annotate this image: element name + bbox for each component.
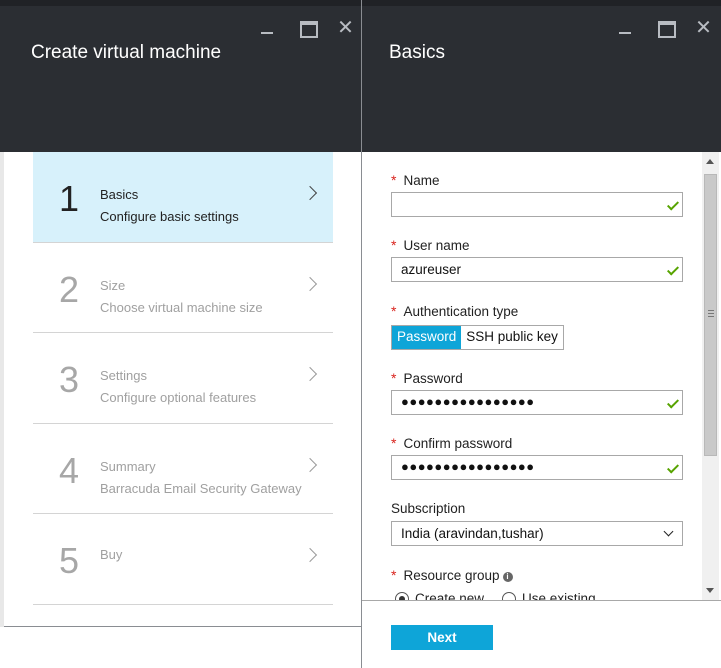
step-title: Settings: [100, 368, 147, 383]
step-subtitle: Choose virtual machine size: [100, 299, 263, 315]
chevron-down-icon: [663, 526, 674, 537]
chevron-right-icon: [302, 547, 318, 563]
checkmark-icon: [666, 263, 680, 276]
next-button[interactable]: Next: [391, 625, 493, 650]
step-buy[interactable]: 5 Buy: [33, 514, 333, 605]
radio-create-new[interactable]: Create new: [395, 591, 484, 600]
blade-title: Create virtual machine: [31, 42, 222, 63]
required-marker: *: [391, 567, 397, 583]
confirm-password-value: ●●●●●●●●●●●●●●●●: [401, 459, 535, 474]
close-icon[interactable]: ✕: [684, 18, 721, 38]
divider: [4, 626, 362, 627]
chevron-right-icon: [302, 276, 318, 291]
minimize-icon[interactable]: [248, 18, 287, 38]
blade-header: Create virtual machine ✕: [0, 0, 362, 152]
blade-header: Basics ✕: [362, 0, 721, 152]
confirm-password-input[interactable]: ●●●●●●●●●●●●●●●●: [391, 455, 683, 480]
auth-type-label: * Authentication type: [391, 303, 519, 319]
auth-ssh-option[interactable]: SSH public key: [461, 326, 563, 349]
wizard-steps: 1 Basics Configure basic settings 2 Size…: [33, 152, 333, 605]
azure-portal: Create virtual machine ✕ 1 Basics Config…: [0, 0, 721, 668]
basics-form: * Name * User name azureuser * Authenticati…: [391, 152, 691, 600]
scroll-thumb[interactable]: [704, 174, 717, 456]
create-vm-blade: Create virtual machine ✕ 1 Basics Config…: [0, 0, 362, 668]
step-basics[interactable]: 1 Basics Configure basic settings: [33, 152, 333, 243]
step-subtitle: Configure basic settings: [100, 209, 239, 224]
step-summary[interactable]: 4 Summary Barracuda Email Security Gatew…: [33, 424, 333, 514]
step-number: 4: [59, 449, 80, 491]
radio-use-existing[interactable]: Use existing: [502, 591, 596, 600]
step-number: 3: [59, 359, 80, 400]
step-number: 2: [59, 268, 80, 310]
name-label: * Name: [391, 172, 440, 188]
required-marker: *: [391, 237, 397, 253]
scroll-down-icon[interactable]: [706, 588, 714, 593]
resource-group-options: Create new Use existing: [395, 591, 596, 600]
basics-blade: Basics ✕ * Name * User name azureuser * …: [362, 0, 721, 668]
grip-icon: [708, 310, 714, 311]
blade-title: Basics: [389, 42, 445, 63]
step-size[interactable]: 2 Size Choose virtual machine size: [33, 243, 333, 333]
auth-type-toggle: Password SSH public key: [391, 325, 564, 350]
subscription-value: India (aravindan,tushar): [401, 526, 544, 541]
step-title: Size: [100, 277, 126, 293]
radio-button-icon: [395, 591, 409, 600]
maximize-icon[interactable]: [645, 18, 684, 38]
confirm-password-label: * Confirm password: [391, 435, 513, 451]
left-scroll-edge: [0, 152, 4, 627]
radio-button-icon: [502, 591, 517, 600]
step-subtitle: Barracuda Email Security Gateway: [100, 480, 302, 496]
required-marker: *: [391, 303, 397, 319]
required-marker: *: [391, 435, 397, 451]
step-title: Buy: [100, 547, 123, 562]
step-settings[interactable]: 3 Settings Configure optional features: [33, 333, 333, 424]
step-subtitle: Configure optional features: [100, 390, 257, 405]
auth-password-option[interactable]: Password: [392, 326, 462, 349]
resource-group-label: * Resource group i: [391, 567, 513, 583]
subscription-select[interactable]: India (aravindan,tushar): [391, 521, 683, 546]
step-title: Basics: [100, 187, 139, 202]
scroll-up-icon[interactable]: [706, 159, 714, 164]
chevron-right-icon: [302, 457, 318, 472]
chevron-right-icon: [302, 366, 318, 382]
required-marker: *: [391, 370, 397, 386]
info-icon[interactable]: i: [502, 572, 513, 582]
step-number: 1: [59, 178, 80, 219]
checkmark-icon: [666, 198, 680, 211]
step-title: Summary: [100, 458, 156, 474]
checkmark-icon: [666, 396, 680, 409]
chevron-right-icon: [302, 185, 318, 201]
close-icon[interactable]: ✕: [326, 18, 365, 38]
name-input[interactable]: [391, 192, 683, 217]
user-name-input[interactable]: azureuser: [391, 257, 683, 282]
window-controls: ✕: [606, 18, 721, 38]
checkmark-icon: [666, 461, 680, 474]
user-name-value: azureuser: [401, 262, 462, 277]
password-value: ●●●●●●●●●●●●●●●●: [401, 394, 535, 409]
window-controls: ✕: [248, 18, 365, 38]
maximize-icon[interactable]: [287, 18, 326, 38]
password-input[interactable]: ●●●●●●●●●●●●●●●●: [391, 390, 683, 415]
user-name-label: * User name: [391, 237, 470, 253]
password-label: * Password: [391, 370, 463, 386]
subscription-label: Subscription: [391, 501, 466, 516]
minimize-icon[interactable]: [606, 18, 645, 38]
step-number: 5: [59, 540, 80, 581]
vertical-scrollbar[interactable]: [702, 152, 719, 600]
required-marker: *: [391, 172, 397, 188]
footer-divider: [362, 600, 721, 601]
